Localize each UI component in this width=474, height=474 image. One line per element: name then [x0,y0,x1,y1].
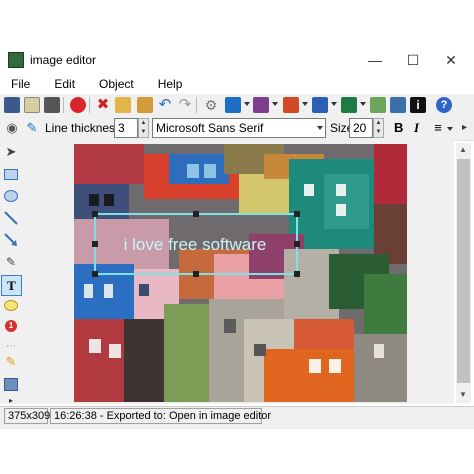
info-icon[interactable]: i [410,97,426,113]
settings-gear-icon[interactable]: ⚙ [203,97,219,113]
separator [63,97,64,113]
copy-icon[interactable] [115,97,131,113]
onenote-icon[interactable] [253,97,269,113]
delete-icon[interactable] [70,97,86,113]
line-thickness-label: Line thickness [45,121,122,135]
chevron-down-icon[interactable] [272,102,278,106]
window-title: image editor [30,53,97,67]
menu-bar: File Edit Object Help [0,74,474,94]
obfuscate-tool-icon[interactable] [3,376,19,392]
print-icon[interactable] [44,97,60,113]
document-export-icon[interactable] [390,97,406,113]
text-align-icon[interactable]: ≡ [430,120,446,136]
chevron-down-icon[interactable] [317,126,323,130]
cursor-select-icon[interactable]: ➤ [3,144,19,160]
image-export-icon[interactable] [370,97,386,113]
font-family-select[interactable]: Microsoft Sans Serif [152,118,326,138]
pen-color-icon[interactable]: ✎ [24,120,40,136]
toolbar-overflow-icon[interactable]: ▸ [462,122,467,133]
separator [89,97,90,113]
format-toolbar: ◉ ✎ Line thickness 3 ▲ ▼ Microsoft Sans S… [0,116,474,141]
tool-panel-expand-icon[interactable]: ▸ [9,396,13,405]
freehand-tool-icon[interactable]: ✎ [3,254,19,270]
speech-bubble-tool-icon[interactable] [3,297,19,313]
cut-icon[interactable]: ✖ [95,97,111,113]
status-message: 16:26:38 - Exported to: Open in image ed… [50,408,271,424]
fill-bucket-icon[interactable]: ◉ [4,120,20,136]
chevron-down-icon[interactable] [302,102,308,106]
bold-button[interactable]: B [394,120,403,135]
arrow-tool-icon[interactable] [3,232,19,248]
rectangle-tool-icon[interactable] [3,166,19,182]
highlight-tool-icon[interactable]: ✎ [3,354,19,370]
scroll-down-icon[interactable]: ▼ [459,390,467,399]
line-thickness-input[interactable]: 3 [114,118,138,138]
text-tool-icon[interactable]: T [1,275,22,296]
step-label-tool-icon[interactable]: 1 [3,318,19,334]
clipboard-icon[interactable] [24,97,40,113]
chevron-down-icon[interactable] [447,127,453,131]
menu-object[interactable]: Object [96,76,137,92]
tool-panel: ➤ ✎ T 1 ⋯ ✎ ▸ [0,140,23,405]
paste-icon[interactable] [137,97,153,113]
menu-file[interactable]: File [8,76,33,92]
font-size-input[interactable]: 20 [349,118,373,138]
line-thickness-stepper[interactable]: ▲ ▼ [138,118,149,138]
save-icon[interactable] [4,97,20,113]
image-dimensions: 375x309 [4,408,50,424]
tool-separator-icon: ⋯ [6,340,16,352]
canvas-text-object[interactable]: i love free software [124,235,267,254]
separator [196,97,197,113]
edited-image[interactable]: i love free software [74,144,407,402]
italic-button[interactable]: I [414,120,419,136]
chevron-down-icon[interactable] [360,102,366,106]
menu-edit[interactable]: Edit [51,76,78,92]
app-icon [8,52,24,68]
minimize-button[interactable]: — [358,48,392,72]
line-tool-icon[interactable] [3,210,19,226]
ellipse-tool-icon[interactable] [3,188,19,204]
excel-icon[interactable] [341,97,357,113]
word-icon[interactable] [312,97,328,113]
scroll-up-icon[interactable]: ▲ [459,145,467,154]
outlook-icon[interactable] [225,97,241,113]
close-button[interactable]: ✕ [434,48,468,72]
help-icon[interactable]: ? [436,97,452,113]
menu-help[interactable]: Help [155,76,186,92]
undo-icon[interactable]: ↶ [157,97,173,113]
chevron-down-icon[interactable] [331,102,337,106]
scrollbar-thumb[interactable] [457,159,470,383]
maximize-button[interactable]: ☐ [396,48,430,72]
redo-icon[interactable]: ↷ [177,97,193,113]
main-toolbar: ✖ ↶ ↷ ⚙ i ? [0,94,474,116]
powerpoint-icon[interactable] [283,97,299,113]
chevron-down-icon[interactable] [244,102,250,106]
font-size-stepper[interactable]: ▲ ▼ [373,118,384,138]
